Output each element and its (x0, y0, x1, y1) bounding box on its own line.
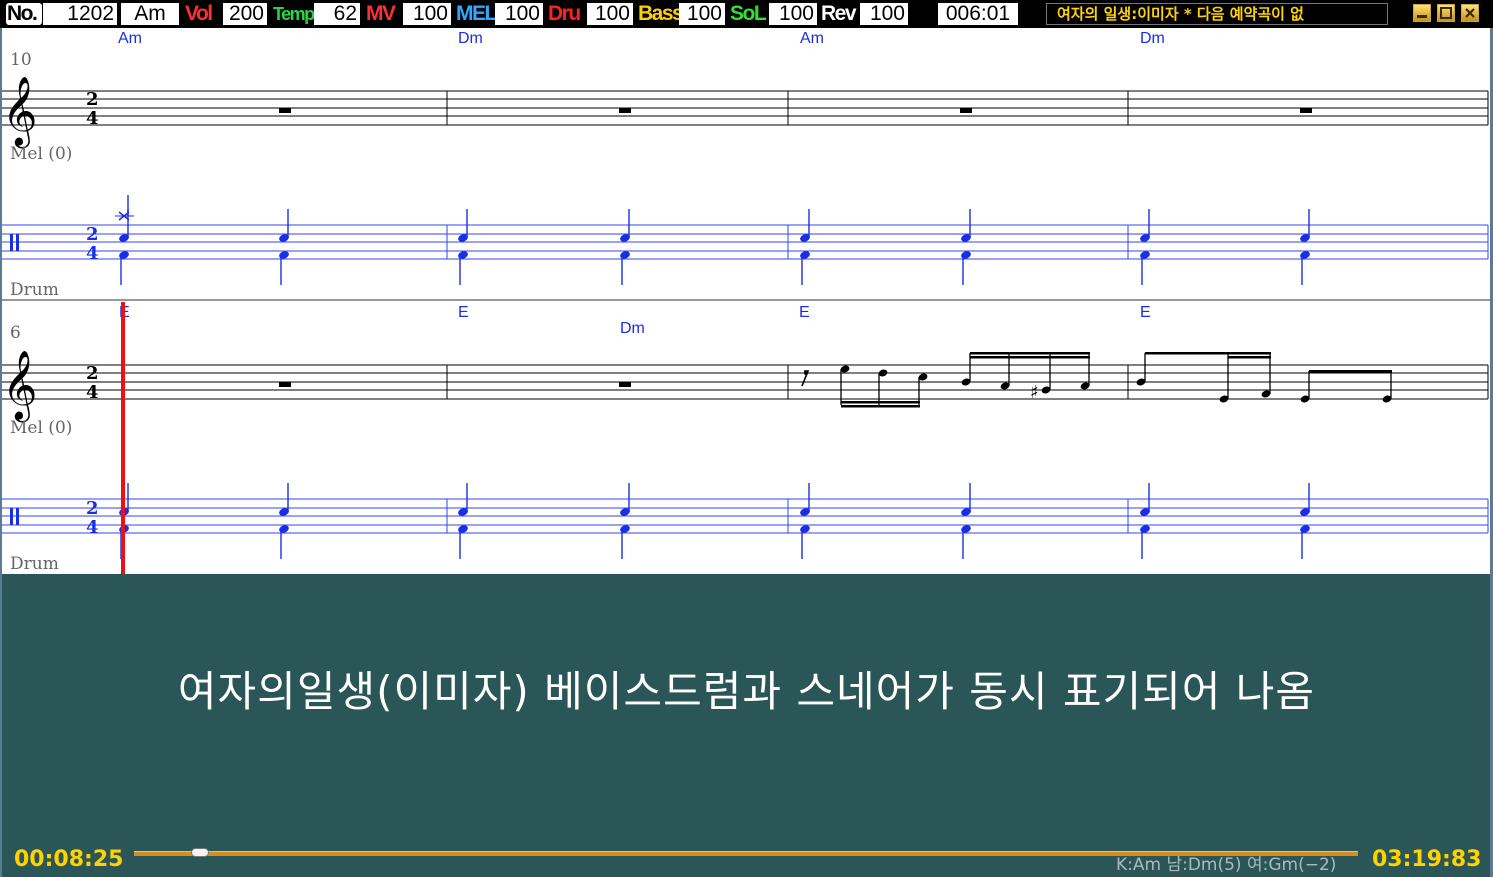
tempo-field[interactable]: 62 (314, 3, 360, 25)
song-number-field[interactable]: 1202 (43, 3, 117, 25)
minimize-button[interactable] (1413, 4, 1431, 22)
key-field[interactable]: Am (121, 3, 179, 25)
playback-cursor[interactable] (121, 302, 125, 574)
half-rest-icon (619, 108, 631, 113)
lyrics-line: 여자의일생(이미자) 베이스드럼과 스네어가 동시 표기되어 나옴 (177, 667, 1316, 716)
half-rest-icon (279, 382, 291, 387)
drum-notes (119, 483, 1310, 559)
toolbar: No. 1202 Am Vol 200 Temp 62 MV 100 MEL 1… (0, 0, 1493, 28)
drum-hit (620, 209, 630, 285)
reverb-label: Rev (821, 3, 857, 25)
chord-label: Dm (458, 30, 483, 47)
reverb-field[interactable]: 100 (860, 3, 908, 25)
elapsed-time: 00:08:25 (14, 847, 124, 872)
minimize-icon (1417, 15, 1427, 18)
maximize-button[interactable] (1437, 4, 1455, 22)
drum-hit (1140, 483, 1150, 559)
melody-volume-label: MEL (456, 3, 495, 25)
drum-volume-field[interactable]: 100 (587, 3, 633, 25)
drum-hit (279, 209, 289, 285)
half-rest-icon (960, 108, 972, 113)
chord-label: Dm (620, 320, 645, 337)
time-signature-top: 2 (86, 498, 99, 519)
chord-label: Dm (1140, 30, 1165, 47)
drum-hit (115, 195, 134, 285)
song-number-label: No. (6, 3, 42, 25)
chord-label: E (458, 304, 469, 321)
drum-notes (115, 195, 1310, 285)
drum-hit (1140, 209, 1150, 285)
close-button[interactable] (1461, 4, 1479, 22)
bass-volume-field[interactable]: 100 (679, 3, 725, 25)
drum-hit (800, 483, 810, 559)
solo-volume-field[interactable]: 100 (769, 3, 817, 25)
volume-field[interactable]: 200 (223, 3, 267, 25)
drum-hit (620, 483, 630, 559)
drum-hit (279, 483, 289, 559)
time-signature-bottom: 4 (86, 382, 99, 403)
position-display: 006:01 (938, 3, 1018, 25)
close-icon (1465, 8, 1475, 18)
time-signature-top: 2 (86, 224, 99, 245)
sixteenth-rest-icon (804, 371, 808, 375)
measure-number: 10 (10, 50, 32, 70)
time-signature-top: 2 (86, 89, 99, 110)
drum-hit (1300, 209, 1310, 285)
drum-track-label: Drum (10, 554, 59, 574)
sharp-icon: ♯ (1030, 382, 1039, 403)
system-1: 10 Am Dm Am Dm 𝄞 2 4 Mel (0) 2 4 Drum (2, 30, 1489, 300)
time-signature-top: 2 (86, 363, 99, 384)
drum-staff (2, 498, 1489, 534)
drum-staff (2, 224, 1489, 260)
melody-staff (2, 90, 1489, 126)
drum-track-label: Drum (10, 280, 59, 300)
drum-hit (458, 483, 468, 559)
measure-number: 6 (10, 323, 21, 343)
melody-volume-field[interactable]: 100 (495, 3, 543, 25)
half-rest-icon (1300, 108, 1312, 113)
treble-clef-icon: 𝄞 (2, 350, 37, 422)
melody-track-label: Mel (0) (10, 418, 72, 438)
bass-volume-label: Bass (638, 3, 679, 25)
solo-volume-label: SoL (730, 3, 767, 25)
score-sheet: 10 Am Dm Am Dm 𝄞 2 4 Mel (0) 2 4 Drum 6 … (2, 30, 1490, 574)
chord-label: E (1140, 304, 1151, 321)
time-signature-bottom: 4 (86, 243, 99, 264)
rest-marks (279, 108, 1312, 113)
drum-hit (458, 209, 468, 285)
score-view: 10 Am Dm Am Dm 𝄞 2 4 Mel (0) 2 4 Drum 6 … (2, 28, 1490, 574)
half-rest-icon (619, 382, 631, 387)
tempo-label: Temp (273, 4, 314, 24)
time-signature-bottom: 4 (86, 108, 99, 129)
master-volume-label: MV (366, 3, 396, 25)
drum-hit (1300, 483, 1310, 559)
time-signature-bottom: 4 (86, 517, 99, 538)
drum-volume-label: Dru (548, 3, 581, 25)
rest-marks (279, 382, 631, 387)
master-volume-field[interactable]: 100 (403, 3, 451, 25)
melody-track-label: Mel (0) (10, 144, 72, 164)
drum-hit (961, 209, 971, 285)
karaoke-window: No. 1202 Am Vol 200 Temp 62 MV 100 MEL 1… (0, 0, 1493, 877)
volume-label: Vol (185, 3, 213, 25)
chord-label: Am (118, 30, 142, 47)
half-rest-icon (279, 108, 291, 113)
drum-hit (800, 209, 810, 285)
treble-clef-icon: 𝄞 (2, 76, 37, 148)
total-time: 03:19:83 (1372, 847, 1482, 872)
maximize-icon (1440, 7, 1452, 19)
song-title-marquee: 여자의 일생:이미자 * 다음 예약곡이 없 (1046, 3, 1388, 25)
progress-thumb[interactable] (191, 848, 210, 857)
chord-label: E (799, 304, 810, 321)
drum-hit (961, 483, 971, 559)
chord-label: Am (800, 30, 824, 47)
key-info: K:Am 남:Dm(5) 여:Gm(−2) (1116, 855, 1337, 875)
system-2: 6 E E Dm E E 𝄞 2 4 (2, 304, 1489, 574)
